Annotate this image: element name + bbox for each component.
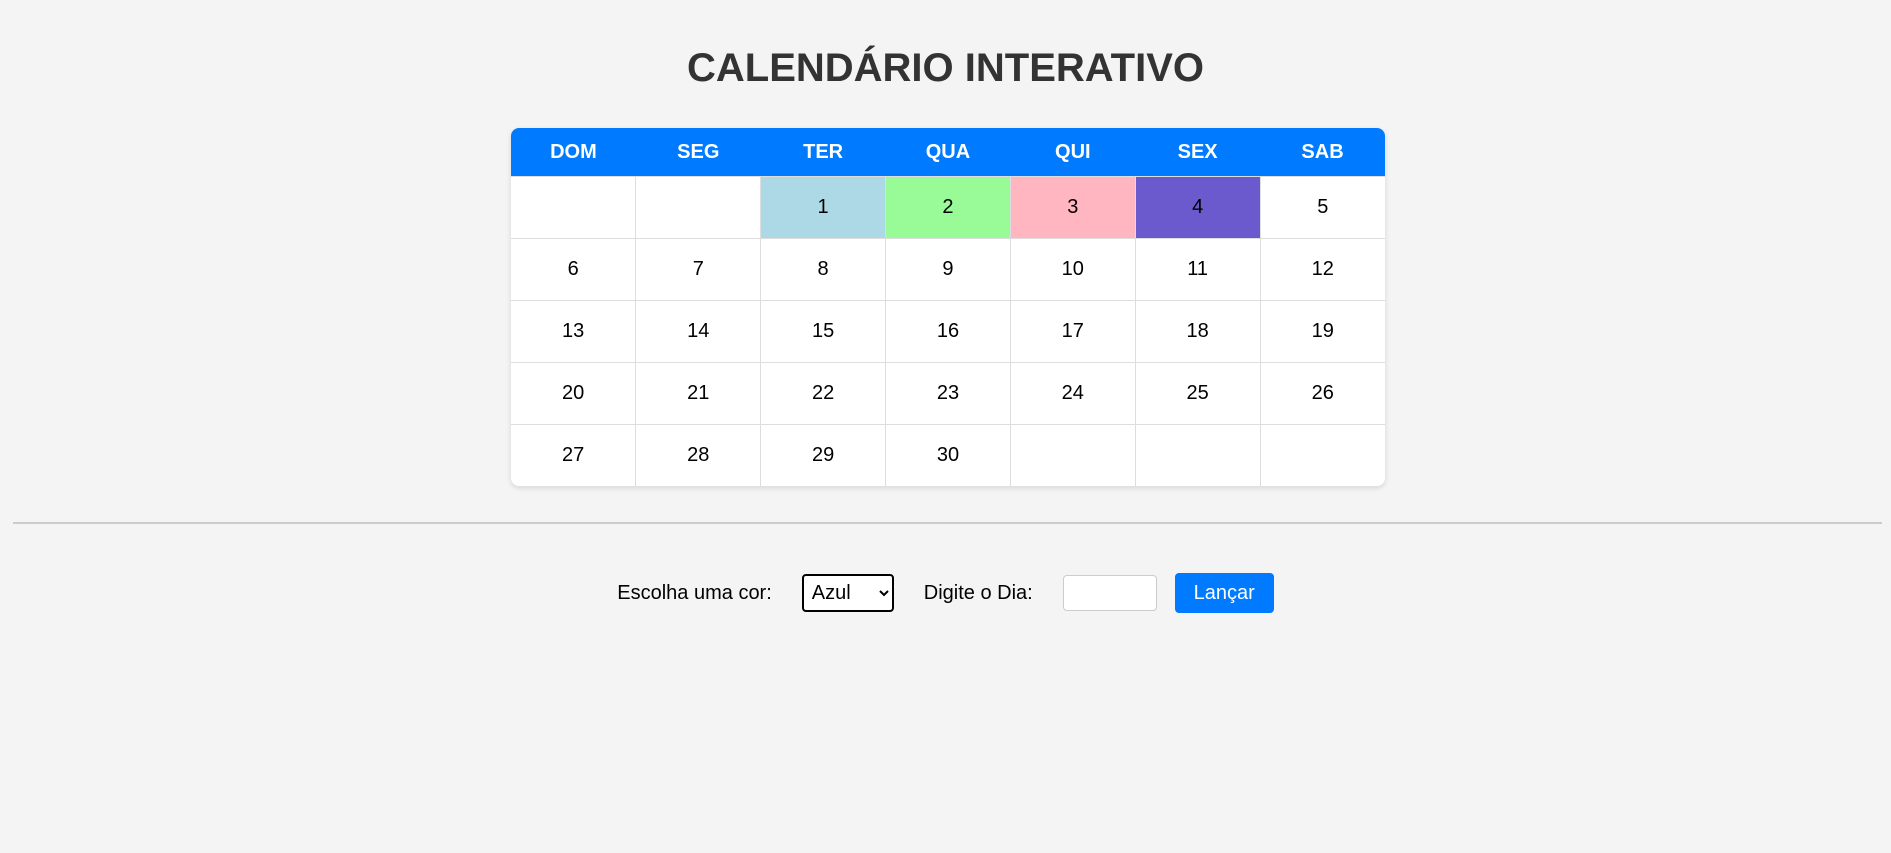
day-cell[interactable]: 16 [885, 300, 1011, 363]
day-cell[interactable]: 25 [1134, 362, 1261, 425]
day-cell[interactable]: 2 [885, 176, 1011, 239]
page-title: CALENDÁRIO INTERATIVO [686, 46, 1205, 90]
calendar-table: DOM SEG TER QUA QUI SEX SAB 1 2 3 4 5 6 [511, 128, 1385, 486]
color-label: Escolha uma cor: [617, 581, 772, 604]
day-cell[interactable]: 29 [760, 424, 887, 486]
calendar: DOM SEG TER QUA QUI SEX SAB 1 2 3 4 5 6 [511, 128, 1385, 486]
weekday-header: QUI [1010, 128, 1136, 177]
weekday-header: QUA [885, 128, 1011, 177]
day-cell[interactable]: 6 [511, 238, 637, 301]
day-cell[interactable]: 30 [885, 424, 1011, 486]
day-cell[interactable]: 15 [760, 300, 887, 363]
section-divider [13, 522, 1882, 524]
day-input[interactable] [1062, 575, 1157, 611]
controls-bar: Escolha uma cor: Azul Digite o Dia: Lanç… [0, 573, 1891, 613]
day-cell[interactable]: 3 [1009, 176, 1136, 239]
day-label: Digite o Dia: [923, 581, 1033, 604]
day-cell[interactable]: 22 [760, 362, 887, 425]
day-cell[interactable]: 7 [635, 238, 762, 301]
day-cell[interactable]: 5 [1259, 176, 1385, 239]
day-cell[interactable]: 28 [635, 424, 762, 486]
week-row: 13 14 15 16 17 18 19 [511, 300, 1385, 363]
weekday-header: SEX [1135, 128, 1261, 177]
day-cell[interactable]: 10 [1009, 238, 1136, 301]
day-cell[interactable]: 11 [1134, 238, 1261, 301]
day-cell[interactable]: 18 [1134, 300, 1261, 363]
week-row: 20 21 22 23 24 25 26 [511, 362, 1385, 425]
day-cell[interactable]: 23 [885, 362, 1011, 425]
week-row: 27 28 29 30 [511, 424, 1385, 486]
day-cell [1134, 424, 1261, 486]
day-cell[interactable]: 14 [635, 300, 762, 363]
day-cell [635, 176, 762, 239]
week-row: 6 7 8 9 10 11 12 [511, 238, 1385, 301]
day-cell[interactable]: 20 [511, 362, 637, 425]
day-cell[interactable]: 4 [1134, 176, 1261, 239]
day-cell[interactable]: 12 [1259, 238, 1385, 301]
day-cell[interactable]: 8 [760, 238, 887, 301]
day-cell [511, 176, 637, 239]
launch-button[interactable]: Lançar [1174, 573, 1274, 613]
weekday-header: TER [760, 128, 886, 177]
day-cell[interactable]: 27 [511, 424, 637, 486]
day-cell[interactable]: 26 [1259, 362, 1385, 425]
weekday-header: SEG [635, 128, 761, 177]
weekday-header-row: DOM SEG TER QUA QUI SEX SAB [511, 128, 1385, 177]
day-cell[interactable]: 24 [1009, 362, 1136, 425]
day-cell [1009, 424, 1136, 486]
day-cell[interactable]: 13 [511, 300, 637, 363]
day-cell[interactable]: 19 [1259, 300, 1385, 363]
day-cell[interactable]: 17 [1009, 300, 1136, 363]
weekday-header: DOM [511, 128, 636, 177]
day-cell [1259, 424, 1385, 486]
weekday-header: SAB [1260, 128, 1385, 177]
color-select[interactable]: Azul [801, 574, 894, 612]
day-cell[interactable]: 9 [885, 238, 1011, 301]
day-cell[interactable]: 1 [760, 176, 887, 239]
day-cell[interactable]: 21 [635, 362, 762, 425]
week-row: 1 2 3 4 5 [511, 176, 1385, 239]
